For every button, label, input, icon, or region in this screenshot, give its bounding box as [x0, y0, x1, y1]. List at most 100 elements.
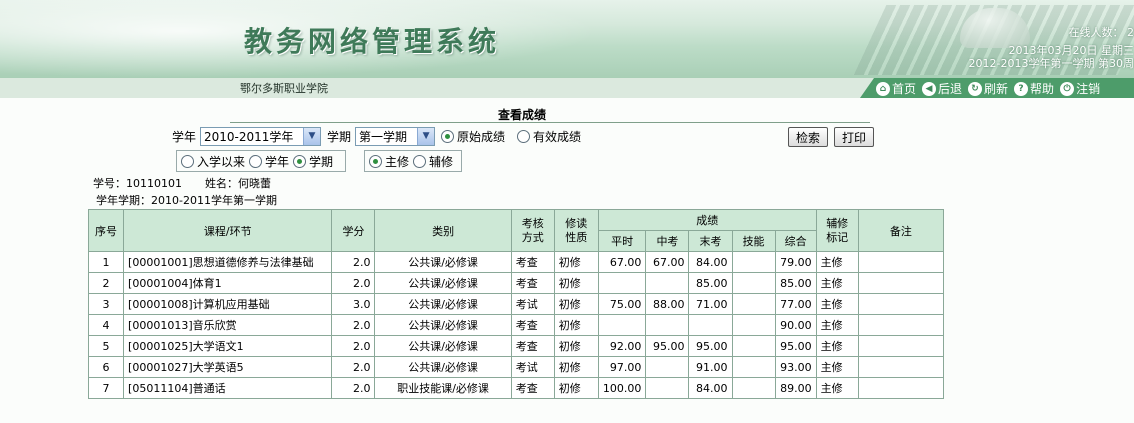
header-minor-flag: 辅修标记 — [815, 209, 859, 252]
header-midterm: 中考 — [645, 230, 690, 252]
table-row: 1 [00001001]思想道德修养与法律基础 2.0 公共课/必修课 考查 初… — [87, 251, 945, 273]
cell-final: 91.00 — [688, 356, 733, 378]
cell-final — [688, 314, 733, 336]
term-select[interactable]: 第一学期 ▼ — [355, 126, 436, 146]
radio-effective-grade[interactable]: 有效成绩 — [517, 128, 581, 145]
cell-skill — [731, 272, 776, 294]
cell-course: [00001001]思想道德修养与法律基础 — [123, 251, 333, 273]
cell-regular: 100.00 — [597, 377, 647, 399]
cell-exam: 考试 — [510, 293, 555, 315]
refresh-icon: ↻ — [968, 81, 983, 96]
cell-category: 公共课/必修课 — [374, 314, 512, 336]
cell-credit: 2.0 — [331, 377, 376, 399]
back-icon: ◀ — [922, 81, 937, 96]
cell-remark — [857, 272, 945, 294]
student-term: 学年学期：2010-2011学年第一学期 — [96, 194, 277, 207]
cell-final: 95.00 — [688, 335, 733, 357]
cell-midterm — [645, 356, 690, 378]
cell-midterm — [645, 377, 690, 399]
cell-flag: 主修 — [815, 377, 859, 399]
print-button[interactable]: 打印 — [834, 127, 875, 147]
cell-flag: 主修 — [815, 335, 859, 357]
term-select-value: 第一学期 — [359, 129, 408, 144]
cell-nature: 初修 — [553, 314, 599, 336]
cell-midterm — [645, 272, 690, 294]
header-regular: 平时 — [597, 230, 647, 252]
table-row: 6 [00001027]大学英语5 2.0 公共课/必修课 考试 初修 97.0… — [87, 356, 945, 378]
study-type-radio-group: 主修 辅修 — [364, 150, 462, 172]
cell-seq: 5 — [87, 335, 125, 357]
radio-scope-year[interactable]: 学年 — [249, 153, 289, 170]
radio-major[interactable]: 主修 — [369, 153, 409, 170]
header-skill: 技能 — [731, 230, 776, 252]
radio-scope-term[interactable]: 学期 — [293, 153, 333, 170]
cell-skill — [731, 377, 776, 399]
cell-category: 公共课/必修课 — [374, 356, 512, 378]
radio-dot-icon — [249, 154, 263, 168]
header-seq: 序号 — [87, 209, 125, 252]
search-button[interactable]: 检索 — [788, 127, 829, 147]
cell-skill — [731, 356, 776, 378]
cell-flag: 主修 — [815, 293, 859, 315]
radio-minor[interactable]: 辅修 — [413, 153, 453, 170]
student-id: 学号：10110101 — [93, 177, 182, 190]
radio-scope-term-label: 学期 — [309, 154, 334, 169]
radio-dot-icon — [369, 154, 382, 168]
table-row: 4 [00001013]音乐欣赏 2.0 公共课/必修课 考查 初修 90.00… — [87, 314, 945, 336]
cell-seq: 2 — [87, 272, 125, 294]
cell-course: [00001027]大学英语5 — [123, 356, 333, 378]
cell-total: 79.00 — [774, 251, 817, 273]
radio-dot-icon — [293, 154, 307, 168]
help-icon: ? — [1014, 81, 1029, 96]
cell-exam: 考查 — [510, 272, 555, 294]
cell-total: 90.00 — [774, 314, 817, 336]
cell-regular — [597, 314, 647, 336]
cell-midterm: 67.00 — [645, 251, 690, 273]
cell-final: 71.00 — [688, 293, 733, 315]
radio-since-enrollment[interactable]: 入学以来 — [181, 153, 245, 170]
cell-exam: 考查 — [510, 335, 555, 357]
system-title: 教务网络管理系统 — [244, 25, 501, 58]
table-row: 2 [00001004]体育1 2.0 公共课/必修课 考查 初修 85.00 … — [87, 272, 945, 294]
cell-course: [00001013]音乐欣赏 — [123, 314, 333, 336]
radio-since-enrollment-label: 入学以来 — [197, 154, 246, 169]
header-credit: 学分 — [331, 209, 376, 252]
cell-nature: 初修 — [553, 251, 599, 273]
cell-regular — [597, 272, 647, 294]
cell-flag: 主修 — [815, 356, 859, 378]
radio-dot-icon — [441, 129, 455, 143]
cell-regular: 92.00 — [597, 335, 647, 357]
cell-total: 93.00 — [774, 356, 817, 378]
cell-midterm: 95.00 — [645, 335, 690, 357]
cell-final: 84.00 — [688, 251, 733, 273]
scope-radio-group: 入学以来 学年 学期 — [176, 150, 346, 172]
nav-home-label: 首页 — [892, 82, 917, 96]
cell-credit: 3.0 — [331, 293, 376, 315]
current-term-week: 2012-2013学年第一学期 第30周 — [968, 57, 1134, 70]
cell-category: 职业技能课/必修课 — [374, 377, 512, 399]
table-row: 7 [05011104]普通话 2.0 职业技能课/必修课 考查 初修 100.… — [87, 377, 945, 399]
cell-credit: 2.0 — [331, 251, 376, 273]
nav-refresh[interactable]: ↻ 刷新 — [968, 80, 1008, 97]
year-select[interactable]: 2010-2011学年 ▼ — [200, 126, 322, 146]
cell-total: 85.00 — [774, 272, 817, 294]
cell-seq: 1 — [87, 251, 125, 273]
cell-exam: 考试 — [510, 356, 555, 378]
cell-course: [00001025]大学语文1 — [123, 335, 333, 357]
nav-help[interactable]: ? 帮助 — [1014, 80, 1054, 97]
cell-nature: 初修 — [553, 356, 599, 378]
nav-back[interactable]: ◀ 后退 — [922, 80, 962, 97]
header-remark: 备注 — [857, 209, 945, 252]
radio-minor-label: 辅修 — [429, 154, 454, 169]
nav-home[interactable]: ⌂ 首页 — [876, 80, 916, 97]
cell-midterm: 88.00 — [645, 293, 690, 315]
nav-logout[interactable]: ⏻ 注销 — [1060, 80, 1100, 97]
radio-original-grade[interactable]: 原始成绩 — [441, 128, 505, 145]
page-title: 查看成绩 — [498, 108, 547, 122]
cell-remark — [857, 314, 945, 336]
logout-icon: ⏻ — [1060, 81, 1075, 96]
cell-exam: 考查 — [510, 251, 555, 273]
cell-seq: 3 — [87, 293, 125, 315]
student-info: 学号：10110101 姓名：何晓蕾 — [93, 175, 271, 191]
chevron-down-icon: ▼ — [417, 127, 435, 145]
